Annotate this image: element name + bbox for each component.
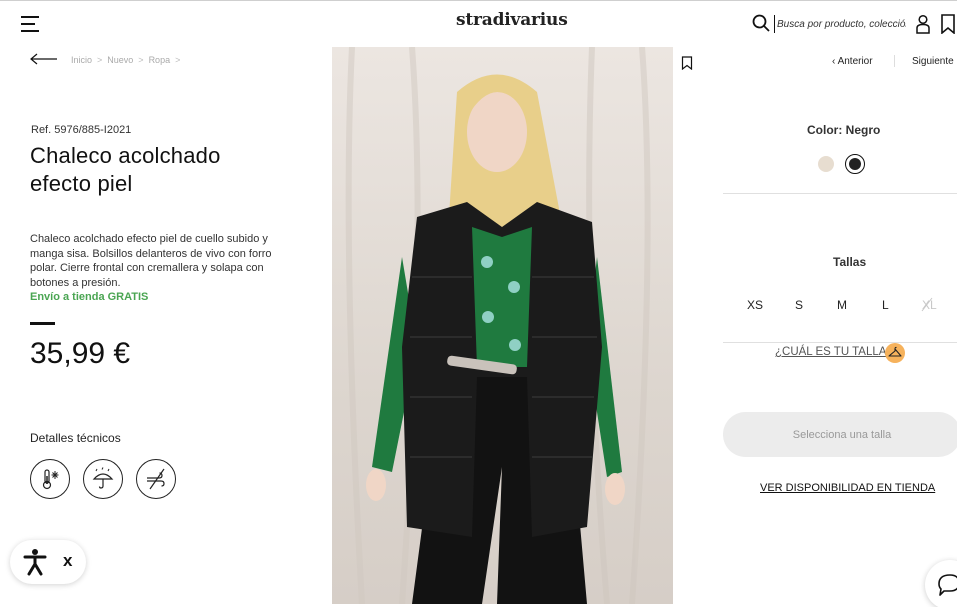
size-option-m[interactable]: M [837, 298, 847, 312]
thermometer-snow-icon[interactable] [30, 459, 70, 499]
bookmark-wishlist-icon[interactable] [940, 14, 956, 34]
breadcrumb-item-ropa[interactable]: Ropa [149, 55, 171, 65]
breadcrumb-separator: > [175, 55, 181, 65]
nav-separator [894, 55, 895, 67]
bookmark-icon[interactable] [681, 56, 693, 70]
chat-bubble-icon [938, 574, 957, 596]
color-swatch-negro[interactable] [845, 154, 865, 174]
select-size-button[interactable]: Selecciona una talla [723, 412, 957, 457]
user-icon[interactable] [914, 14, 932, 34]
divider [723, 342, 957, 343]
sizes-label: Tallas [833, 255, 867, 269]
next-product-link[interactable]: Siguiente [912, 56, 954, 67]
size-guide-link[interactable]: ¿CUÁL ES TU TALLA? [775, 346, 893, 358]
breadcrumb-separator: > [97, 55, 103, 65]
product-price: 35,99 € [30, 337, 131, 370]
site-header: stradivarius [0, 0, 957, 46]
wind-icon[interactable] [136, 459, 176, 499]
shipping-info: Envío a tienda GRATIS [30, 291, 149, 303]
umbrella-rain-icon[interactable] [83, 459, 123, 499]
price-divider [30, 322, 55, 325]
size-option-s[interactable]: S [795, 298, 803, 312]
search-icon[interactable] [752, 14, 770, 32]
store-availability-link[interactable]: VER DISPONIBILIDAD EN TIENDA [760, 482, 935, 494]
product-title: Chaleco acolchado efecto piel [30, 143, 221, 196]
tech-details-icons [30, 459, 176, 499]
previous-product-link[interactable]: ‹ Anterior [832, 56, 873, 67]
accessibility-icon[interactable] [22, 548, 48, 576]
color-swatch-beige[interactable] [818, 156, 834, 172]
breadcrumb: Inicio > Nuevo > Ropa > [71, 55, 185, 65]
size-option-xs[interactable]: XS [747, 298, 763, 312]
previous-label: Anterior [837, 56, 873, 67]
breadcrumb-separator: > [138, 55, 144, 65]
breadcrumb-item-inicio[interactable]: Inicio [71, 55, 92, 65]
accessibility-close-button[interactable]: x [63, 551, 72, 571]
search-input[interactable] [774, 15, 906, 33]
hamburger-menu-icon[interactable] [21, 16, 41, 32]
product-image[interactable] [332, 47, 673, 604]
divider [723, 193, 957, 194]
hanger-icon[interactable] [885, 343, 905, 363]
unavailable-strike-icon [921, 297, 933, 312]
product-ref: Ref. 5976/885-I2021 [31, 124, 132, 136]
accessibility-widget: x [10, 540, 86, 584]
product-description: Chaleco acolchado efecto piel de cuello … [30, 233, 272, 289]
tech-details-title: Detalles técnicos [30, 431, 121, 445]
back-arrow-icon[interactable] [30, 52, 58, 66]
breadcrumb-item-nuevo[interactable]: Nuevo [107, 55, 133, 65]
color-label: Color: Negro [807, 123, 881, 137]
chat-button[interactable] [925, 560, 957, 607]
size-option-l[interactable]: L [882, 298, 889, 312]
logo[interactable]: stradivarius [456, 10, 568, 30]
